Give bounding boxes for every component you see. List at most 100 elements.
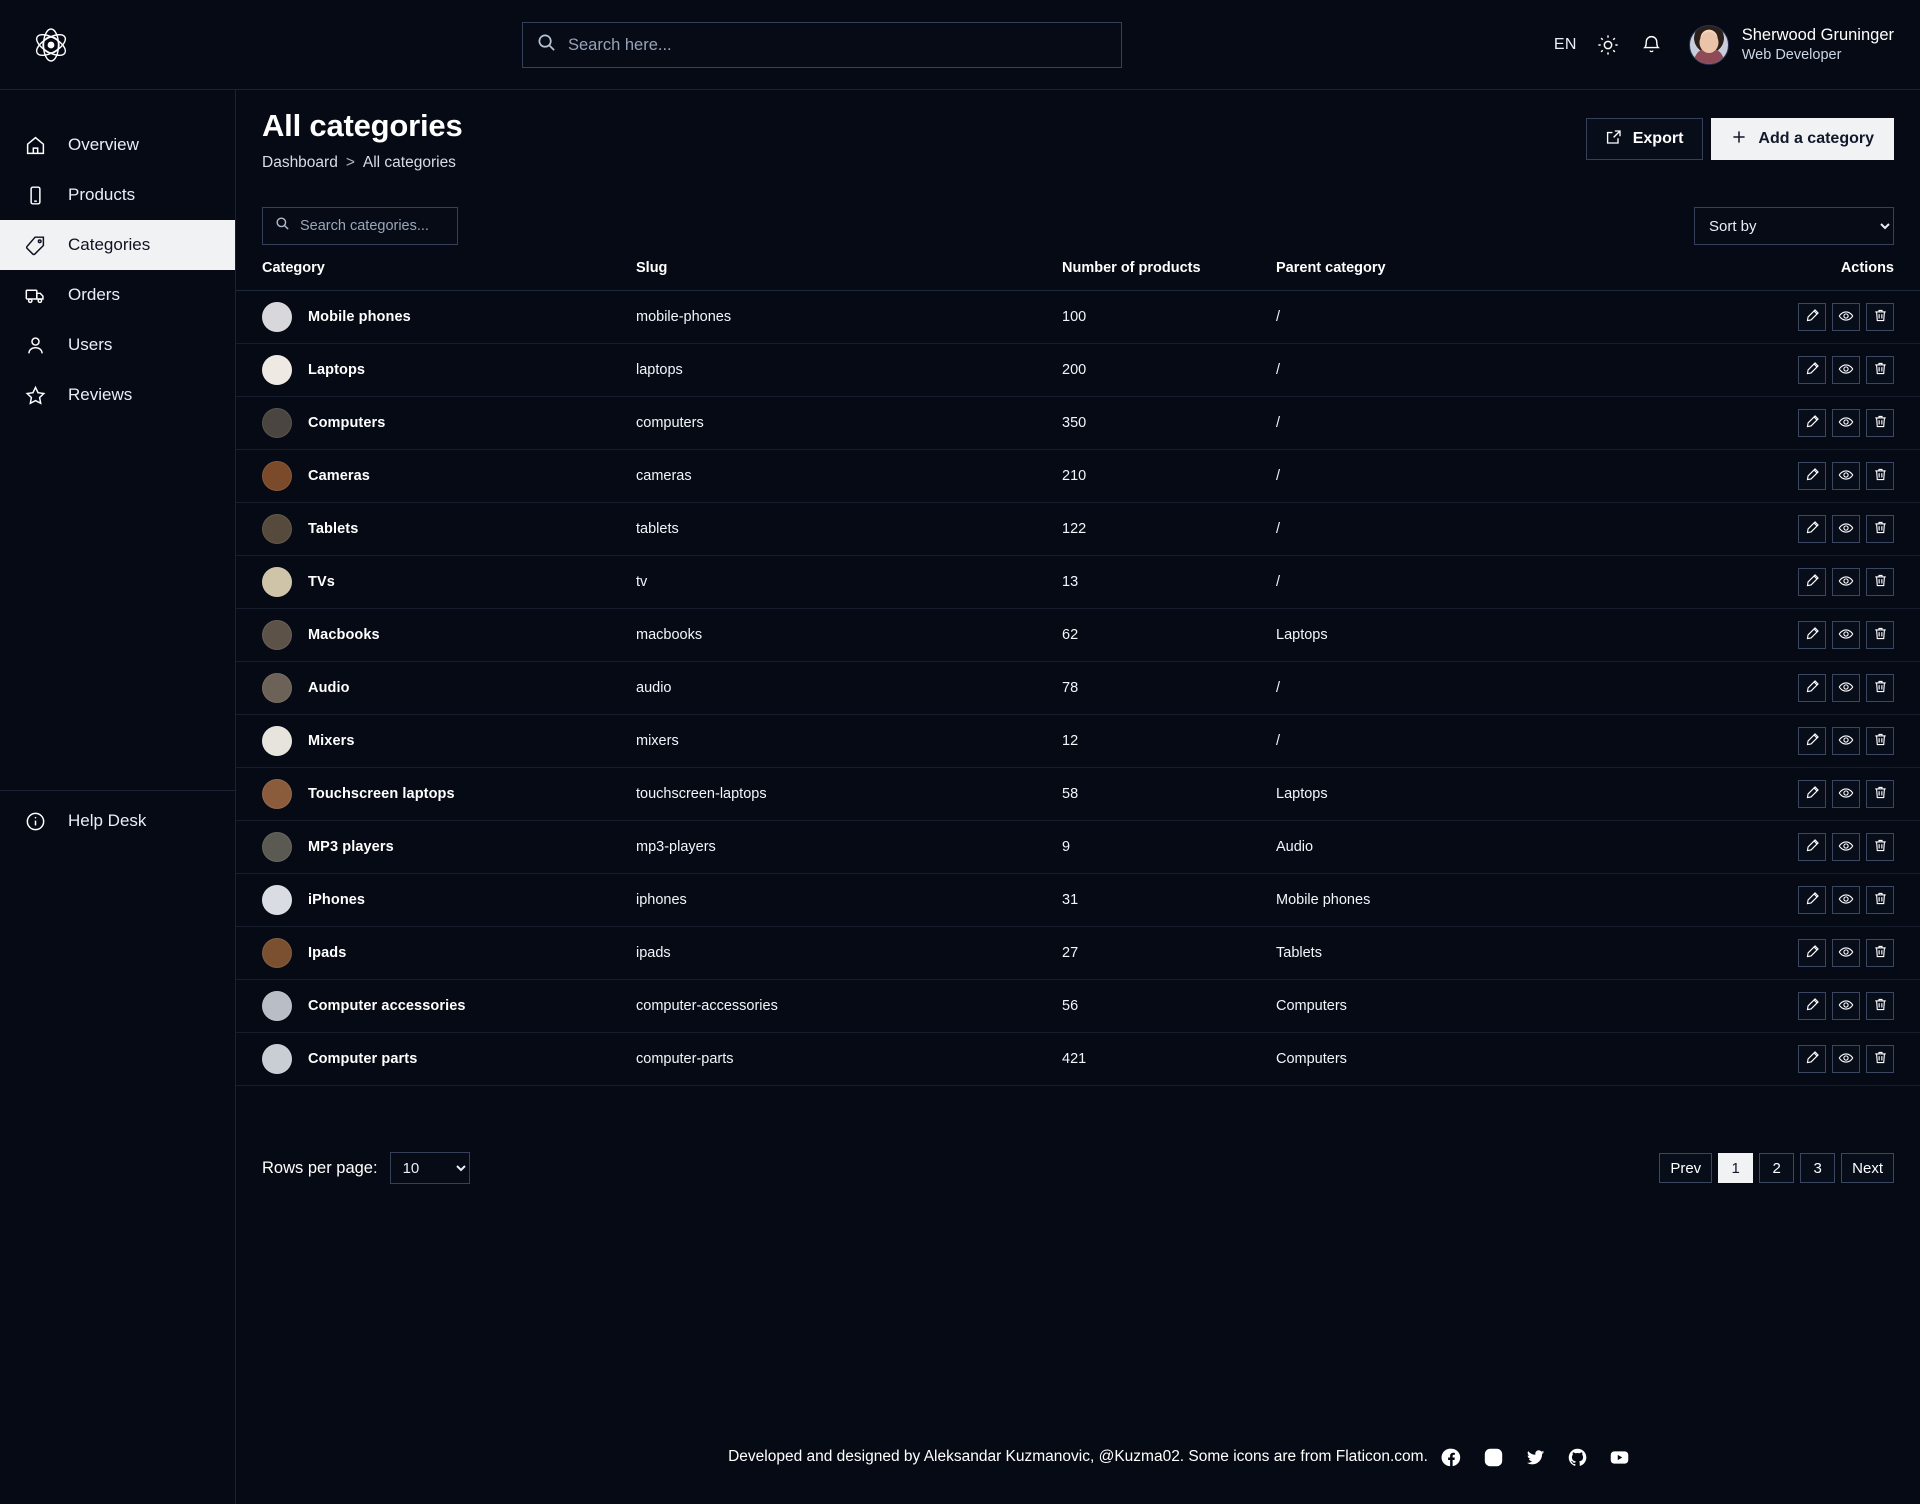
row-action-group <box>1798 462 1894 490</box>
delete-row-button[interactable] <box>1866 886 1894 914</box>
delete-row-button[interactable] <box>1866 833 1894 861</box>
category-name: Macbooks <box>308 627 380 643</box>
eye-icon <box>1838 414 1854 433</box>
cell-parent-category: Mobile phones <box>1276 873 1676 927</box>
delete-row-button[interactable] <box>1866 727 1894 755</box>
eye-icon <box>1838 785 1854 804</box>
page-button-1[interactable]: 1 <box>1718 1153 1754 1183</box>
view-row-button[interactable] <box>1832 780 1860 808</box>
view-row-button[interactable] <box>1832 1045 1860 1073</box>
column-header-parent: Parent category <box>1276 250 1676 291</box>
search-icon <box>275 216 290 236</box>
sun-icon[interactable] <box>1595 32 1621 58</box>
page-button-2[interactable]: 2 <box>1759 1153 1795 1183</box>
prev-page-button[interactable]: Prev <box>1659 1153 1713 1183</box>
facebook-icon[interactable] <box>1440 1446 1462 1468</box>
sidebar-item-help-desk[interactable]: Help Desk <box>0 796 236 846</box>
language-toggle[interactable]: EN <box>1554 36 1577 54</box>
category-name: Audio <box>308 680 350 696</box>
sidebar-item-overview[interactable]: Overview <box>0 120 235 170</box>
user-name: Sherwood Gruninger <box>1741 25 1894 44</box>
page-button-3[interactable]: 3 <box>1800 1153 1836 1183</box>
twitter-icon[interactable] <box>1524 1446 1546 1468</box>
edit-row-button[interactable] <box>1798 462 1826 490</box>
edit-row-button[interactable] <box>1798 303 1826 331</box>
delete-row-button[interactable] <box>1866 303 1894 331</box>
view-row-button[interactable] <box>1832 568 1860 596</box>
trash-icon <box>1873 785 1888 803</box>
bell-icon[interactable] <box>1639 32 1665 58</box>
global-search[interactable] <box>522 22 1122 68</box>
view-row-button[interactable] <box>1832 515 1860 543</box>
cell-number-of-products: 122 <box>1062 502 1276 556</box>
edit-row-button[interactable] <box>1798 886 1826 914</box>
edit-row-button[interactable] <box>1798 939 1826 967</box>
edit-row-button[interactable] <box>1798 727 1826 755</box>
view-row-button[interactable] <box>1832 939 1860 967</box>
sidebar-item-categories[interactable]: Categories <box>0 220 235 270</box>
sort-by-select[interactable]: Sort byNameNumber of products <box>1694 207 1894 245</box>
delete-row-button[interactable] <box>1866 462 1894 490</box>
sidebar-item-products[interactable]: Products <box>0 170 235 220</box>
youtube-icon[interactable] <box>1608 1446 1630 1468</box>
edit-row-button[interactable] <box>1798 621 1826 649</box>
row-action-group <box>1798 674 1894 702</box>
view-row-button[interactable] <box>1832 674 1860 702</box>
sidebar-nav: Overview Products Categories Orders User <box>0 90 235 420</box>
instagram-icon[interactable] <box>1482 1446 1504 1468</box>
delete-row-button[interactable] <box>1866 409 1894 437</box>
edit-row-button[interactable] <box>1798 568 1826 596</box>
add-category-button[interactable]: Add a category <box>1711 118 1894 160</box>
top-bar: EN Sherwood Gruninger Web Developer <box>0 0 1920 90</box>
rows-per-page-select[interactable]: 102550100 <box>389 1152 470 1184</box>
delete-row-button[interactable] <box>1866 515 1894 543</box>
cell-slug: computers <box>636 396 1062 450</box>
view-row-button[interactable] <box>1832 727 1860 755</box>
search-input[interactable] <box>568 35 1107 55</box>
sidebar-item-orders[interactable]: Orders <box>0 270 235 320</box>
view-row-button[interactable] <box>1832 409 1860 437</box>
view-row-button[interactable] <box>1832 462 1860 490</box>
next-page-button[interactable]: Next <box>1841 1153 1894 1183</box>
delete-row-button[interactable] <box>1866 992 1894 1020</box>
page-header-actions: Export Add a category <box>1585 118 1894 160</box>
edit-row-button[interactable] <box>1798 1045 1826 1073</box>
row-action-group <box>1798 727 1894 755</box>
view-row-button[interactable] <box>1832 303 1860 331</box>
row-action-group <box>1798 303 1894 331</box>
edit-row-button[interactable] <box>1798 409 1826 437</box>
delete-row-button[interactable] <box>1866 780 1894 808</box>
external-link-icon <box>1606 129 1622 150</box>
delete-row-button[interactable] <box>1866 621 1894 649</box>
delete-row-button[interactable] <box>1866 1045 1894 1073</box>
view-row-button[interactable] <box>1832 621 1860 649</box>
edit-row-button[interactable] <box>1798 833 1826 861</box>
rows-per-page: Rows per page: 102550100 <box>262 1152 470 1184</box>
delete-row-button[interactable] <box>1866 674 1894 702</box>
breadcrumb-root[interactable]: Dashboard <box>262 154 338 172</box>
sidebar-item-users[interactable]: Users <box>0 320 235 370</box>
category-search[interactable] <box>262 207 458 245</box>
react-atom-logo[interactable] <box>28 22 74 68</box>
view-row-button[interactable] <box>1832 356 1860 384</box>
pencil-icon <box>1805 414 1820 432</box>
sidebar-item-reviews[interactable]: Reviews <box>0 370 235 420</box>
edit-row-button[interactable] <box>1798 674 1826 702</box>
user-menu[interactable]: Sherwood Gruninger Web Developer <box>1688 24 1894 65</box>
delete-row-button[interactable] <box>1866 568 1894 596</box>
delete-row-button[interactable] <box>1866 939 1894 967</box>
user-meta: Sherwood Gruninger Web Developer <box>1742 25 1894 65</box>
github-icon[interactable] <box>1566 1446 1588 1468</box>
edit-row-button[interactable] <box>1798 515 1826 543</box>
category-name: TVs <box>308 574 335 590</box>
view-row-button[interactable] <box>1832 833 1860 861</box>
edit-row-button[interactable] <box>1798 992 1826 1020</box>
delete-row-button[interactable] <box>1866 356 1894 384</box>
view-row-button[interactable] <box>1832 992 1860 1020</box>
search-categories-input[interactable] <box>300 218 445 234</box>
view-row-button[interactable] <box>1832 886 1860 914</box>
edit-row-button[interactable] <box>1798 356 1826 384</box>
edit-row-button[interactable] <box>1798 780 1826 808</box>
export-button[interactable]: Export <box>1585 118 1704 160</box>
category-thumbnail <box>262 673 292 703</box>
